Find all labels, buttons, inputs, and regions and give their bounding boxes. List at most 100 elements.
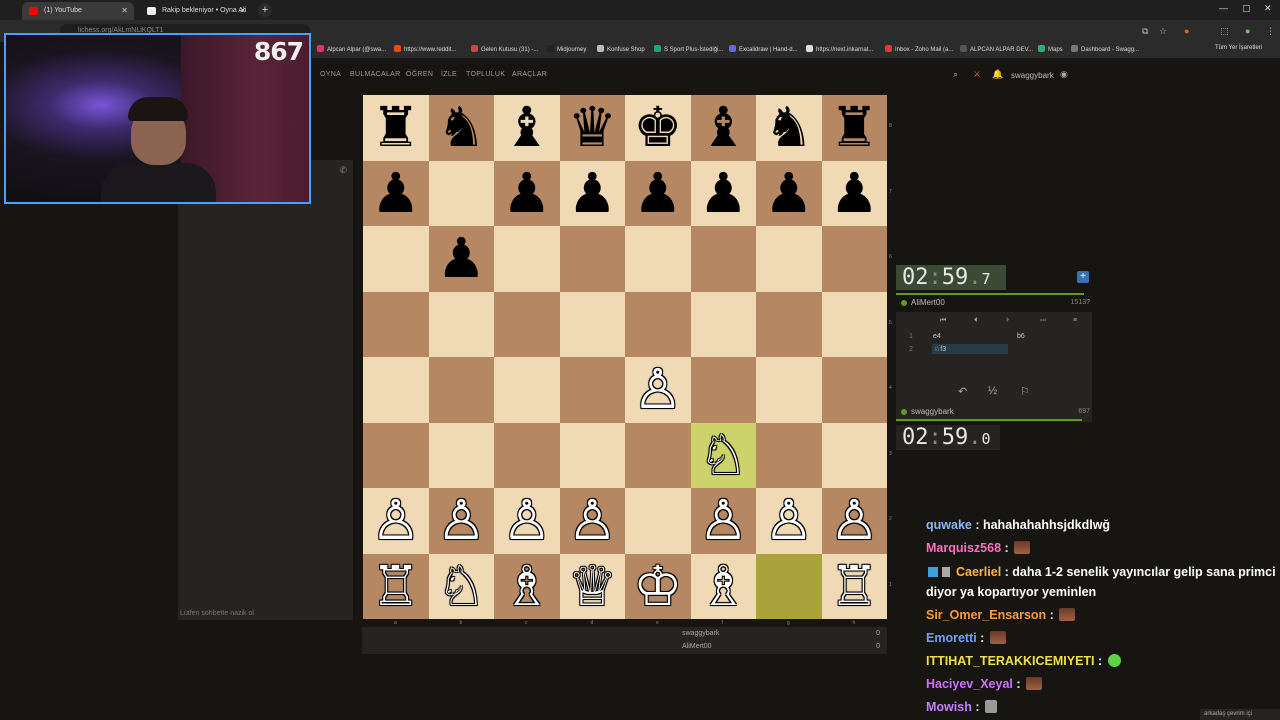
chat-username[interactable]: Marquisz568 — [926, 541, 1001, 555]
square-g7[interactable]: ♟ — [756, 160, 822, 226]
move-black[interactable]: b6 — [1017, 333, 1025, 340]
chat-username[interactable]: Sir_Omer_Ensarson — [926, 608, 1046, 622]
chess-piece[interactable]: ♙ — [633, 362, 682, 417]
chess-piece[interactable]: ♜ — [830, 100, 879, 155]
square-f8[interactable]: ♝ — [690, 95, 756, 161]
chat-input[interactable]: Lütfen sohbette nazik ol — [180, 610, 254, 617]
square-g1[interactable] — [756, 553, 822, 619]
chess-piece[interactable]: ♙ — [568, 493, 617, 548]
first-move-icon[interactable]: ⏮ — [940, 317, 946, 325]
chess-piece[interactable]: ♙ — [371, 493, 420, 548]
square-e1[interactable]: ♔ — [625, 553, 691, 619]
square-a3[interactable] — [363, 422, 429, 488]
chess-piece[interactable]: ♙ — [699, 493, 748, 548]
square-e8[interactable]: ♚ — [625, 95, 691, 161]
profile-icon[interactable]: ● — [1245, 26, 1250, 36]
chess-piece[interactable]: ♝ — [699, 100, 748, 155]
square-e6[interactable] — [625, 226, 691, 292]
square-g3[interactable] — [756, 422, 822, 488]
bookmark-item[interactable]: Midjourney — [547, 45, 586, 53]
bookmark-item[interactable]: Maps — [1038, 45, 1063, 53]
bookmark-item[interactable]: https://next.inkarnat... — [806, 45, 873, 53]
square-a6[interactable] — [363, 226, 429, 292]
square-f2[interactable]: ♙ — [690, 488, 756, 554]
friends-online[interactable]: arkadaş çevrim içi — [1200, 709, 1280, 720]
square-c6[interactable] — [494, 226, 560, 292]
challenge-icon[interactable]: ⚔ — [973, 69, 981, 80]
square-a5[interactable] — [363, 291, 429, 357]
bell-icon[interactable]: 🔔 — [992, 69, 1003, 80]
square-h3[interactable] — [821, 422, 887, 488]
chess-piece[interactable]: ♞ — [764, 100, 813, 155]
square-f6[interactable] — [690, 226, 756, 292]
chess-piece[interactable]: ♟ — [568, 165, 617, 221]
bookmark-item[interactable]: Inbox - Zoho Mail (a... — [885, 45, 953, 53]
square-a1[interactable]: ♖ — [363, 553, 429, 619]
square-a2[interactable]: ♙ — [363, 488, 429, 554]
square-b8[interactable]: ♞ — [428, 95, 494, 161]
chess-piece[interactable]: ♗ — [699, 558, 748, 614]
bookmark-item[interactable]: https://www.reddit... — [394, 45, 456, 53]
prev-move-icon[interactable]: ⏴ — [974, 317, 978, 325]
bookmark-item[interactable]: Alpcan Alpar (@swa... — [317, 45, 386, 53]
resign-flag-icon[interactable]: ⚐ — [1020, 385, 1030, 398]
square-g8[interactable]: ♞ — [756, 95, 822, 161]
minimize-icon[interactable]: — — [1219, 3, 1228, 13]
square-b3[interactable] — [428, 422, 494, 488]
square-b2[interactable]: ♙ — [428, 488, 494, 554]
square-d8[interactable]: ♛ — [559, 95, 625, 161]
chat-username[interactable]: Haciyev_Xeyal — [926, 677, 1013, 691]
square-b6[interactable]: ♟ — [428, 226, 494, 292]
square-b5[interactable] — [428, 291, 494, 357]
nav-watch[interactable]: İZLE — [441, 71, 457, 78]
chess-piece[interactable]: ♟ — [371, 165, 420, 221]
close-icon[interactable]: ✕ — [239, 2, 246, 20]
chess-piece[interactable]: ♟ — [502, 165, 551, 221]
square-d2[interactable]: ♙ — [559, 488, 625, 554]
square-d4[interactable] — [559, 357, 625, 423]
square-e7[interactable]: ♟ — [625, 160, 691, 226]
chess-piece[interactable]: ♖ — [371, 558, 420, 614]
maximize-icon[interactable]: ▢ — [1242, 3, 1251, 14]
nav-puzzles[interactable]: BULMACALAR — [350, 71, 400, 78]
chat-username[interactable]: Mowish — [926, 700, 972, 714]
bookmark-item[interactable]: ALPCAN ALPAR DEV... — [960, 45, 1033, 53]
square-a7[interactable]: ♟ — [363, 160, 429, 226]
move-white-active[interactable]: ♘f3 — [932, 344, 1008, 354]
square-h8[interactable]: ♜ — [821, 95, 887, 161]
square-b7[interactable] — [428, 160, 494, 226]
square-h5[interactable] — [821, 291, 887, 357]
square-e5[interactable] — [625, 291, 691, 357]
chess-piece[interactable]: ♘ — [437, 558, 486, 614]
square-h6[interactable] — [821, 226, 887, 292]
chess-piece[interactable]: ♔ — [633, 558, 682, 614]
chess-piece[interactable]: ♟ — [830, 165, 879, 221]
square-c8[interactable]: ♝ — [494, 95, 560, 161]
last-move-icon[interactable]: ⏭ — [1040, 317, 1046, 325]
square-f7[interactable]: ♟ — [690, 160, 756, 226]
square-h2[interactable]: ♙ — [821, 488, 887, 554]
draw-offer-icon[interactable]: ½ — [988, 385, 997, 397]
square-f1[interactable]: ♗ — [690, 553, 756, 619]
square-c5[interactable] — [494, 291, 560, 357]
chat-username[interactable]: ITTIHAT_TERAKKICEMIYETI — [926, 654, 1095, 668]
chess-piece[interactable]: ♚ — [633, 100, 682, 155]
chess-piece[interactable]: ♟ — [764, 165, 813, 221]
square-g6[interactable] — [756, 226, 822, 292]
move-white[interactable]: e4 — [933, 333, 941, 340]
chess-piece[interactable]: ♗ — [502, 558, 551, 614]
close-icon[interactable]: ✕ — [121, 2, 128, 20]
tab-youtube[interactable]: (1) YouTube ✕ — [22, 2, 134, 20]
avatar-icon[interactable]: ◉ — [1060, 69, 1068, 80]
square-g4[interactable] — [756, 357, 822, 423]
square-f4[interactable] — [690, 357, 756, 423]
next-move-icon[interactable]: ⏵ — [1006, 317, 1010, 325]
install-icon[interactable]: ⧉ — [1142, 26, 1148, 37]
chess-board[interactable]: ♜ ♞ ♝ ♛ ♚ ♝ ♞ ♜ ♟ ♟ ♟ ♟ ♟ ♟ ♟ ♟ ♙ ♘ ♙ ♙ ♙ ♙ ♙ ♙ ♙ ♖ ♘ ♗ ♕ ♔ ♗ ♖ — [363, 95, 887, 619]
square-d7[interactable]: ♟ — [559, 160, 625, 226]
bookmark-item[interactable]: Dashboard - Swagg... — [1071, 45, 1139, 53]
takeback-icon[interactable]: ↶ — [958, 385, 967, 398]
square-a4[interactable] — [363, 357, 429, 423]
star-icon[interactable]: ☆ — [1159, 26, 1167, 37]
nav-tools[interactable]: ARAÇLAR — [512, 71, 547, 78]
